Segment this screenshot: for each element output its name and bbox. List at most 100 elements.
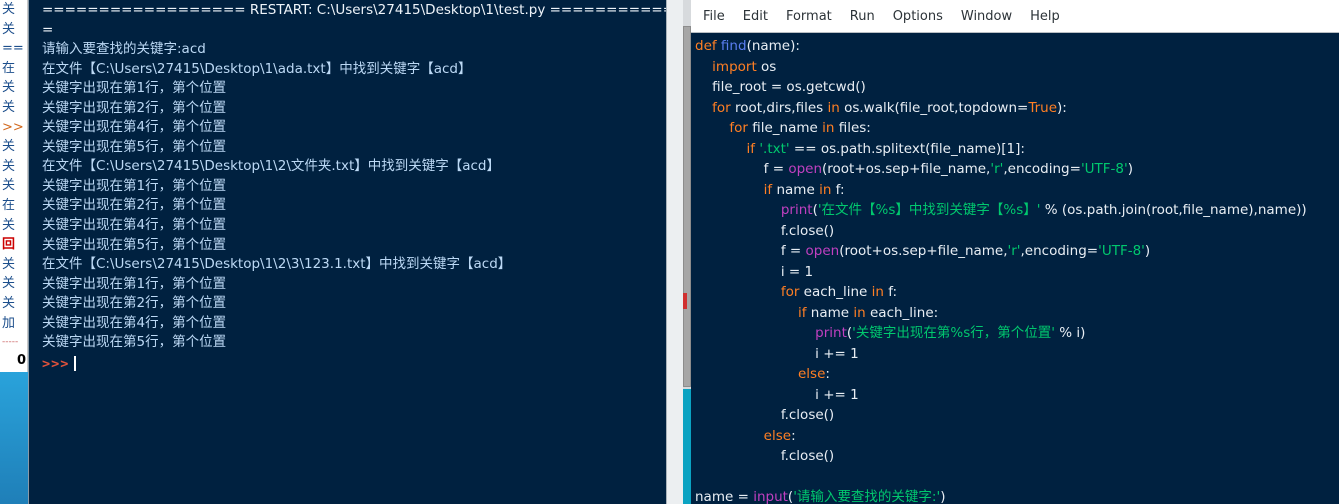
code-token: ): [1057, 99, 1067, 116]
code-line: if name in f: [695, 180, 1339, 201]
code-token: open [788, 161, 823, 177]
menu-item-file[interactable]: File [694, 6, 734, 27]
code-token: each_line [799, 284, 872, 300]
menu-item-help[interactable]: Help [1021, 6, 1069, 27]
shell-output-line: 关键字出现在第4行，第个位置 [42, 217, 227, 234]
code-token: name [806, 304, 854, 321]
code-token: file_root = os.getcwd() [695, 79, 866, 95]
code-token: import [712, 58, 757, 75]
code-line: f = open(root+os.sep+file_name,'r',encod… [695, 159, 1339, 180]
code-token: open [805, 243, 840, 259]
code-token: '请输入要查找的关键字:' [793, 489, 941, 504]
shell-output-line: 关键字出现在第5行，第个位置 [42, 138, 227, 155]
shell-output-area: ================== RESTART: C:\Users\274… [29, 0, 666, 353]
background-window-line: 关 [2, 256, 16, 272]
code-line: if '.txt' == os.path.splitext(file_name)… [695, 139, 1339, 160]
code-token: in [871, 284, 884, 300]
background-window-line: 关 [2, 217, 16, 233]
code-token: 'r' [990, 161, 1004, 177]
code-token: ) [940, 489, 946, 504]
shell-output-line: 关键字出现在第5行，第个位置 [42, 334, 227, 351]
idle-editor-window[interactable]: File Edit Format Run Options Window Help def f… [691, 0, 1339, 504]
scrollbar-thumb[interactable] [683, 26, 691, 387]
menu-item-run[interactable]: Run [841, 6, 884, 27]
background-window-line: 关 [2, 276, 16, 292]
code-token: f.close() [695, 222, 835, 239]
menu-bar[interactable]: File Edit Format Run Options Window Help [691, 0, 1339, 33]
code-token: % i) [1054, 325, 1086, 341]
background-window-line: 关 [2, 21, 16, 37]
menu-item-options[interactable]: Options [884, 6, 952, 27]
scrollbar-lower-track[interactable] [683, 389, 691, 504]
code-editor-area[interactable]: def find(name): import os file_root = os… [691, 33, 1339, 504]
code-token: 'r' [1007, 243, 1021, 259]
code-token: ,encoding= [1003, 161, 1081, 177]
code-token: 'UTF-8' [1098, 243, 1145, 259]
code-token: f = [695, 243, 806, 259]
code-token: in [827, 99, 840, 116]
code-token: f: [831, 181, 845, 198]
code-token: else [798, 366, 826, 382]
code-token: % (os.path.join(root,file_name),name)) [1040, 202, 1307, 218]
code-token: in [853, 304, 866, 321]
code-line: for file_name in files: [695, 118, 1339, 139]
shell-output-line: 关键字出现在第2行，第个位置 [42, 99, 227, 116]
code-token: in [819, 181, 832, 198]
code-token: file_name [747, 120, 823, 136]
code-token: in [822, 120, 835, 136]
shell-output-line: 关键字出现在第1行，第个位置 [42, 275, 227, 292]
code-token: print [780, 202, 813, 218]
code-line: else: [695, 364, 1339, 385]
code-token: '.txt' [759, 140, 790, 157]
background-window-line: 关 [2, 80, 16, 96]
shell-output-line: 关键字出现在第1行，第个位置 [42, 80, 227, 97]
window-gap [666, 0, 683, 504]
code-token: for [780, 284, 800, 300]
code-line: i = 1 [695, 262, 1339, 283]
shell-output-line: 关键字出现在第4行，第个位置 [42, 119, 227, 136]
code-token: i += 1 [695, 386, 859, 403]
code-token: i = 1 [695, 263, 814, 280]
menu-item-format[interactable]: Format [777, 6, 841, 27]
code-token: f: [883, 284, 898, 300]
background-window[interactable]: 关关==在关关>>关关关在关回关关关加-----关关0 [0, 0, 28, 372]
code-token: f.close() [695, 448, 835, 464]
shell-output-line: 关键字出现在第5行，第个位置 [42, 236, 227, 253]
code-token: def [695, 38, 721, 54]
code-token: '在文件【%s】中找到关键字【%s】' [817, 202, 1041, 218]
python-shell-window[interactable]: ================== RESTART: C:\Users\274… [28, 0, 666, 504]
menu-item-window[interactable]: Window [952, 6, 1021, 27]
background-window-line: 在 [2, 60, 16, 76]
code-line: f.close() [695, 221, 1339, 242]
code-token: (root+os.sep+file_name, [822, 161, 991, 177]
shell-output-line: ================== RESTART: C:\Users\274… [42, 2, 666, 18]
shell-output-line: = [42, 21, 54, 38]
code-token: find [720, 38, 747, 54]
code-token: name [772, 181, 820, 198]
menu-item-edit[interactable]: Edit [734, 6, 777, 27]
shell-output-line: 关键字出现在第2行，第个位置 [42, 197, 227, 214]
code-token: for [712, 99, 731, 116]
code-token: : [825, 366, 830, 382]
background-window-line: 关 [2, 178, 16, 194]
code-line: f.close() [695, 405, 1339, 426]
code-token: if [763, 181, 773, 198]
code-line: print('在文件【%s】中找到关键字【%s】' % (os.path.joi… [695, 200, 1339, 221]
code-line: print('关键字出现在第%s行，第个位置' % i) [695, 323, 1339, 344]
code-token: each_line: [865, 304, 939, 321]
shell-output-line: 请输入要查找的关键字:acd [42, 41, 206, 58]
editor-vertical-scrollbar[interactable] [683, 0, 691, 504]
code-token: i += 1 [695, 345, 859, 362]
background-window-line: == [2, 41, 24, 57]
shell-prompt-line[interactable]: >>> [29, 353, 666, 375]
code-token: True [1028, 99, 1058, 116]
code-token: '关键字出现在第%s行，第个位置' [852, 325, 1055, 341]
